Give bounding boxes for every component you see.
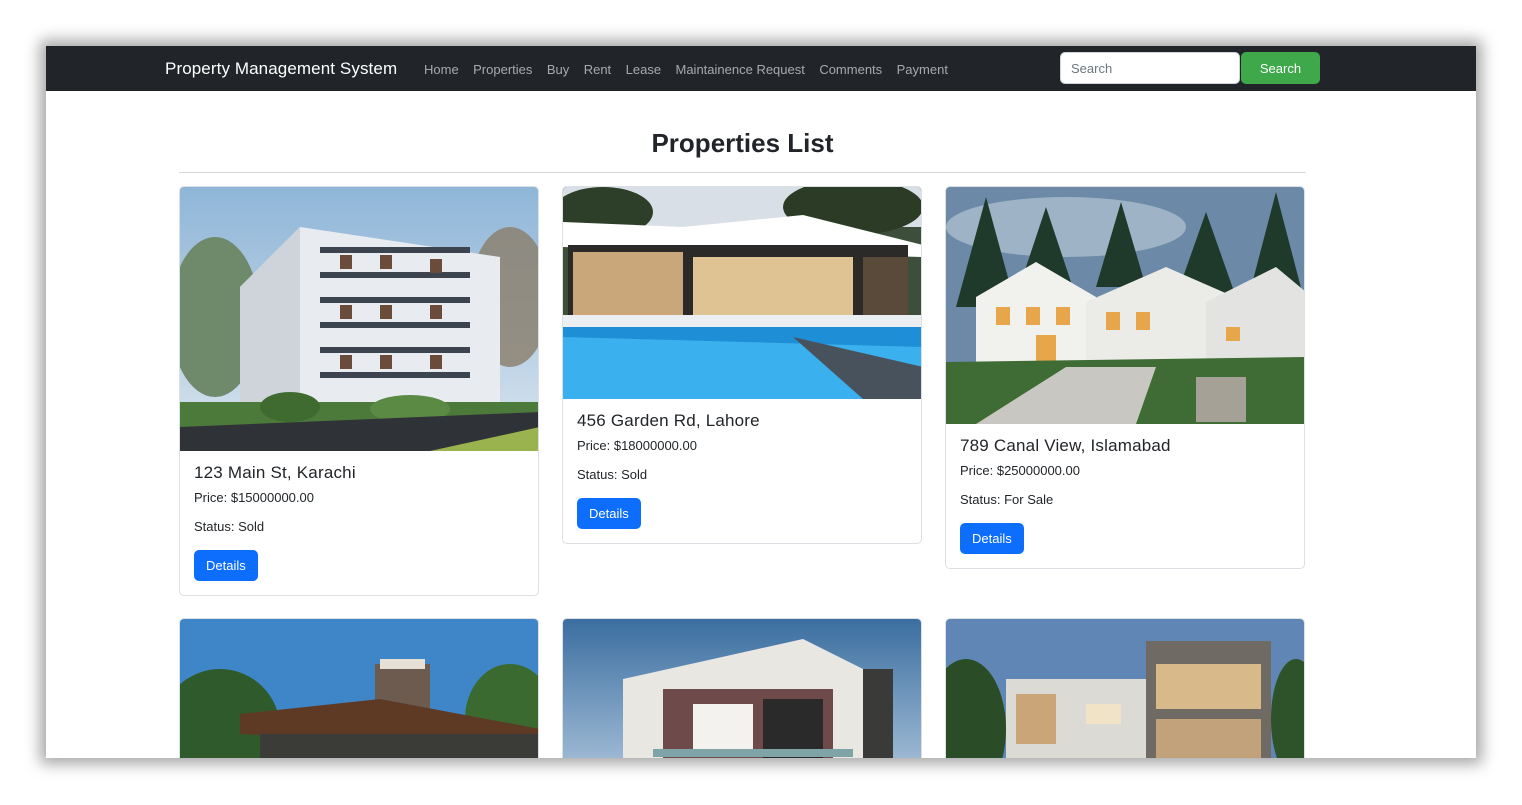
- brand-link[interactable]: Property Management System: [165, 59, 397, 79]
- property-address: 789 Canal View, Islamabad: [960, 436, 1171, 455]
- nav-comments[interactable]: Comments: [819, 62, 882, 77]
- search-input[interactable]: [1060, 52, 1240, 84]
- property-status: Status: Sold: [194, 519, 265, 534]
- property-card: 456 Garden Rd, Lahore Price: $18000000.0…: [562, 186, 922, 544]
- property-status: Status: Sold: [577, 467, 648, 482]
- property-price: Price: $18000000.00: [577, 438, 697, 453]
- modern-villa-photo: [563, 619, 921, 758]
- browser-viewport: Property Management System Home Properti…: [46, 46, 1476, 758]
- property-card: 789 Canal View, Islamabad Price: $250000…: [945, 186, 1305, 569]
- page-title: Properties List: [651, 128, 834, 158]
- details-button[interactable]: Details: [577, 498, 641, 529]
- nav-home[interactable]: Home: [424, 62, 459, 77]
- property-card: [945, 618, 1305, 758]
- apartment-building-photo: [180, 187, 538, 451]
- details-button[interactable]: Details: [960, 523, 1024, 554]
- details-button[interactable]: Details: [194, 550, 258, 581]
- nav-rent[interactable]: Rent: [584, 62, 611, 77]
- property-card: [179, 618, 539, 758]
- nav-properties[interactable]: Properties: [473, 62, 532, 77]
- nav-links: Home Properties Buy Rent Lease Maintaine…: [424, 61, 958, 79]
- nav-maintenance-request[interactable]: Maintainence Request: [676, 62, 805, 77]
- property-address: 123 Main St, Karachi: [194, 463, 356, 482]
- colonial-mansion-photo: [946, 187, 1304, 424]
- navbar: Property Management System Home Properti…: [46, 46, 1476, 91]
- property-card: [562, 618, 922, 758]
- nav-lease[interactable]: Lease: [626, 62, 661, 77]
- property-price: Price: $25000000.00: [960, 463, 1080, 478]
- property-card: 123 Main St, Karachi Price: $15000000.00…: [179, 186, 539, 596]
- nav-payment[interactable]: Payment: [897, 62, 948, 77]
- property-price: Price: $15000000.00: [194, 490, 314, 505]
- title-divider: [179, 172, 1306, 173]
- modern-apartment-photo: [946, 619, 1304, 758]
- nav-buy[interactable]: Buy: [547, 62, 569, 77]
- property-address: 456 Garden Rd, Lahore: [577, 411, 760, 430]
- search-button[interactable]: Search: [1241, 52, 1320, 84]
- mountain-lodge-photo: [180, 619, 538, 758]
- modern-house-with-pool-photo: [563, 187, 921, 399]
- property-status: Status: For Sale: [960, 492, 1054, 507]
